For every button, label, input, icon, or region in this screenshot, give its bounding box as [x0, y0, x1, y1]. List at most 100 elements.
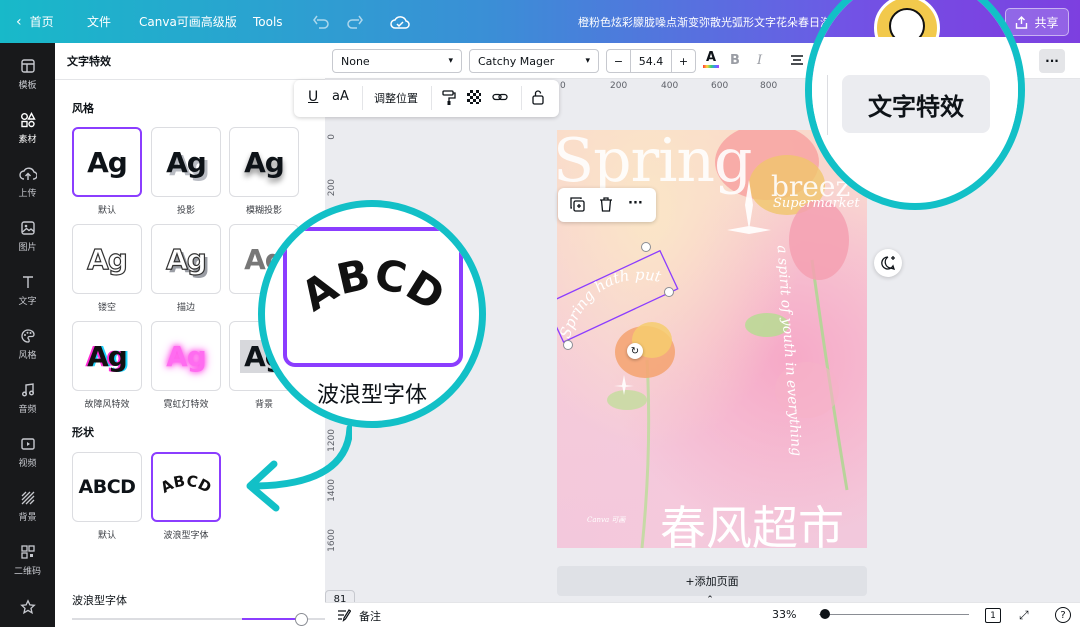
ruler-tick: 600 [711, 81, 729, 91]
cloud-saved-icon[interactable] [390, 0, 410, 43]
effect-label: 镂空 [97, 303, 116, 313]
decrease-size-button[interactable]: − [607, 50, 631, 72]
shape-tile-default[interactable]: ABCD [72, 452, 142, 522]
align-icon[interactable] [790, 54, 804, 69]
text-color-button[interactable]: A [703, 51, 719, 71]
font-size-stepper: − 54.4 + [606, 49, 696, 73]
rail-item-styles[interactable]: 风格 [0, 317, 55, 371]
curve-slider-track[interactable] [72, 618, 355, 620]
effect-label: 描边 [176, 303, 195, 313]
unlock-icon[interactable] [531, 89, 545, 108]
canva-pro-link[interactable]: Canva可画高级版 [139, 0, 237, 43]
effect-tile-outline[interactable]: Ag [151, 224, 221, 294]
back-home-button[interactable]: ‹ 首页 [16, 0, 54, 43]
resize-handle[interactable] [641, 242, 651, 252]
poster-chinese-title[interactable]: 春风超市 [660, 492, 844, 548]
rail-label: 音频 [18, 404, 37, 415]
effect-dropdown[interactable]: None ▾ [332, 49, 462, 73]
shape-section-title: 形状 [72, 426, 94, 439]
zoom-effects-button[interactable]: 文字特效 [842, 75, 990, 133]
increase-size-button[interactable]: + [671, 50, 695, 72]
chevron-down-icon: ▾ [585, 56, 590, 66]
link-icon[interactable] [492, 90, 508, 107]
fullscreen-icon[interactable]: ⤢ [1019, 608, 1029, 623]
upload-icon [18, 167, 37, 180]
effect-label: 投影 [176, 206, 195, 216]
underline-button[interactable]: U [308, 89, 318, 105]
add-comment-button[interactable] [874, 249, 902, 277]
text-icon [22, 275, 33, 288]
undo-icon[interactable] [313, 0, 329, 43]
curve-slider-knob[interactable] [295, 613, 309, 626]
resize-handle[interactable] [664, 287, 674, 297]
shape-tile-curve[interactable]: ABCD [151, 452, 221, 522]
tools-menu[interactable]: Tools [253, 0, 283, 43]
position-button[interactable]: 调整位置 [374, 90, 418, 106]
home-label: 首页 [29, 15, 54, 29]
divider [362, 86, 363, 110]
effect-tile-glitch[interactable]: Ag [72, 321, 142, 391]
shape-sample: ABCD [78, 476, 136, 498]
rail-label: 视频 [18, 458, 37, 469]
poster-title-spring[interactable]: Spring [557, 130, 752, 196]
ruler-tick: 800 [760, 81, 778, 91]
poster-signature: Canva 可画 [587, 516, 626, 524]
page-count-button[interactable]: 1 [985, 608, 1001, 623]
resize-handle[interactable] [563, 340, 573, 350]
rail-item-text[interactable]: 文字 [0, 263, 55, 317]
rail-label: 风格 [18, 350, 37, 361]
zoom-slider-track[interactable] [819, 614, 969, 615]
help-icon[interactable]: ? [1055, 607, 1071, 623]
rotate-icon[interactable]: ↻ [627, 343, 643, 359]
shape-label: 默认 [97, 531, 116, 541]
element-context-menu: ··· [558, 188, 656, 222]
effect-sample: Ag [244, 145, 285, 179]
rail-item-photos[interactable]: 图片 [0, 209, 55, 263]
rail-label: 背景 [18, 512, 37, 523]
italic-button[interactable]: I [757, 53, 762, 68]
effect-sample: Ag [87, 339, 128, 373]
background-icon [21, 491, 34, 504]
effect-sample: Ag [87, 145, 128, 179]
paint-roller-icon[interactable] [442, 90, 456, 109]
bold-button[interactable]: B [730, 53, 740, 68]
video-icon [20, 437, 35, 450]
ruler-tick: 200 [610, 81, 628, 91]
duplicate-icon[interactable] [570, 197, 585, 215]
more-icon[interactable]: ··· [628, 196, 643, 211]
effect-label: 模糊投影 [245, 206, 282, 216]
transparency-icon[interactable] [467, 90, 481, 104]
zoom-slider-knob[interactable] [819, 609, 830, 619]
redo-icon[interactable] [347, 0, 363, 43]
font-size-input[interactable]: 54.4 [631, 50, 671, 72]
rail-item-video[interactable]: 视频 [0, 425, 55, 479]
ruler-tick: 0 [327, 134, 337, 140]
bottom-bar: 备注 33% 1 ⤢ ? [325, 602, 1080, 627]
poster-subtitle[interactable]: Supermarket [773, 196, 860, 211]
more-options-button[interactable]: ··· [1039, 49, 1065, 73]
rail-item-upload[interactable]: 上传 [0, 155, 55, 209]
effect-tile-neon[interactable]: Ag [151, 321, 221, 391]
rail-item-audio[interactable]: 音频 [0, 371, 55, 425]
file-menu[interactable]: 文件 [87, 0, 111, 43]
effect-sample: Ag [166, 242, 208, 276]
zoom-level[interactable]: 33% [772, 608, 796, 621]
rail-item-background[interactable]: 背景 [0, 479, 55, 533]
font-dropdown[interactable]: Catchy Mager ▾ [469, 49, 599, 73]
trash-icon[interactable] [599, 197, 613, 215]
notes-icon[interactable] [337, 608, 352, 625]
rail-item-elements[interactable]: 素材 [0, 101, 55, 155]
curve-slider-fill [241, 618, 302, 620]
effect-tile-shadow[interactable]: Ag [151, 127, 221, 197]
effect-sample: Ag [166, 145, 207, 179]
rail-item-starred[interactable] [0, 587, 55, 627]
notes-label[interactable]: 备注 [359, 608, 381, 624]
effect-tile-default[interactable]: Ag [72, 127, 142, 197]
effect-tile-hollow[interactable]: Ag [72, 224, 142, 294]
rail-item-templates[interactable]: 模板 [0, 47, 55, 101]
panel-title: 文字特效 [55, 43, 325, 80]
effect-tile-lift[interactable]: Ag [229, 127, 299, 197]
rail-item-qrcode[interactable]: 二维码 [0, 533, 55, 587]
layout-icon [20, 58, 35, 73]
add-page-button[interactable]: +添加页面 [557, 566, 867, 596]
